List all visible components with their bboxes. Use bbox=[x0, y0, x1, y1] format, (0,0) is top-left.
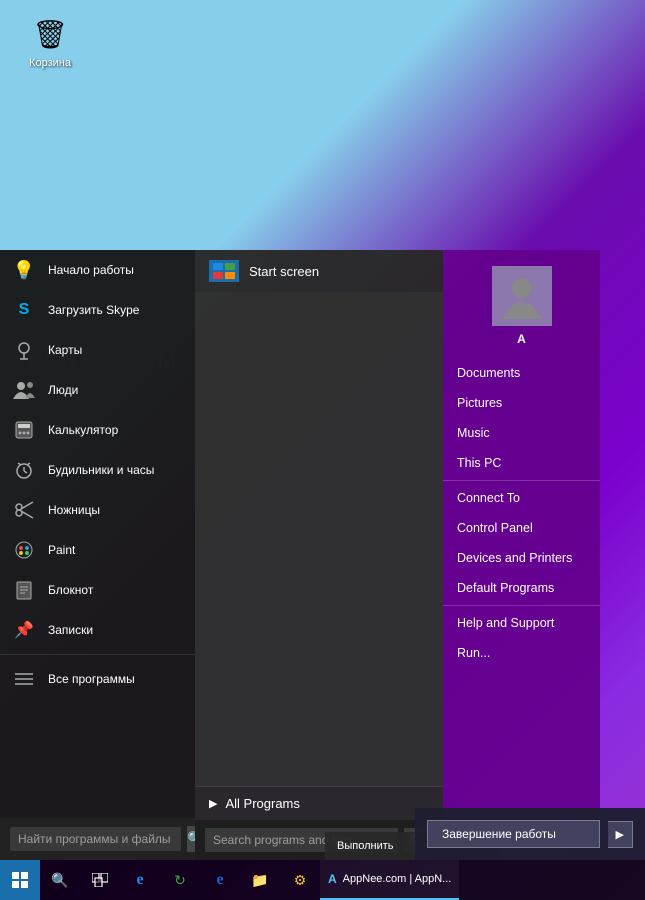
sidebar-item-calc[interactable]: Калькулятор bbox=[0, 410, 195, 450]
sidebar-item-alarms[interactable]: Будильники и часы bbox=[0, 450, 195, 490]
notepad-label: Блокнот bbox=[48, 583, 93, 597]
right-menu-controlpanel[interactable]: Control Panel bbox=[443, 513, 600, 543]
allprograms-icon bbox=[12, 667, 36, 691]
right-menu-pictures[interactable]: Pictures bbox=[443, 388, 600, 418]
sidebar-item-allprograms[interactable]: Все программы bbox=[0, 659, 195, 699]
right-menu-run[interactable]: Run... bbox=[443, 638, 600, 668]
shutdown-confirm-popup: Завершение работы ▶ bbox=[415, 808, 645, 860]
calc-icon bbox=[12, 418, 36, 442]
allprograms-label: Все программы bbox=[48, 672, 135, 686]
taskbar-refresh-button[interactable]: ↻ bbox=[160, 860, 200, 900]
all-programs-item[interactable]: ▶ All Programs bbox=[195, 786, 443, 820]
sidebar-item-maps[interactable]: Карты bbox=[0, 330, 195, 370]
taskbar-ie2-button[interactable]: e bbox=[200, 860, 240, 900]
taskbar-search-button[interactable]: 🔍 bbox=[40, 860, 80, 900]
start-menu-right-panel: A Documents Pictures Music This PC Conne… bbox=[443, 250, 600, 860]
maps-icon bbox=[12, 338, 36, 362]
start-screen-icon bbox=[209, 260, 239, 282]
sidebar-item-sticky[interactable]: 📌 Записки bbox=[0, 610, 195, 650]
all-programs-arrow: ▶ bbox=[209, 797, 217, 810]
recycle-bin-image: 🗑 bbox=[30, 14, 70, 54]
taskbar-folder-button[interactable]: 📁 bbox=[240, 860, 280, 900]
right-menu-documents[interactable]: Documents bbox=[443, 358, 600, 388]
right-menu-music[interactable]: Music bbox=[443, 418, 600, 448]
start-screen-label: Start screen bbox=[249, 264, 319, 279]
taskbar-ie-button[interactable]: e bbox=[120, 860, 160, 900]
right-divider-1 bbox=[443, 480, 600, 481]
shutdown-confirm-button[interactable]: Завершение работы bbox=[427, 820, 600, 848]
startup-icon: 💡 bbox=[12, 258, 36, 282]
sidebar-item-paint[interactable]: Paint bbox=[0, 530, 195, 570]
taskbar-appnee-button[interactable]: A AppNee.com | AppN... bbox=[320, 860, 459, 900]
recycle-bin-label: Корзина bbox=[29, 57, 71, 69]
taskbar-star-button[interactable]: ⚙ bbox=[280, 860, 320, 900]
people-label: Люди bbox=[48, 383, 78, 397]
sidebar-item-skype[interactable]: S Загрузить Skype bbox=[0, 290, 195, 330]
taskbar-taskview-button[interactable] bbox=[80, 860, 120, 900]
right-menu-helpsupp[interactable]: Help and Support bbox=[443, 608, 600, 638]
skype-icon: S bbox=[12, 298, 36, 322]
right-divider-2 bbox=[443, 605, 600, 606]
taskbar-appnee-label: AppNee.com | AppN... bbox=[343, 873, 452, 885]
sticky-label: Записки bbox=[48, 623, 93, 637]
notification-text: Выполнить bbox=[337, 840, 393, 852]
all-programs-label: All Programs bbox=[225, 796, 299, 811]
sidebar-item-notepad[interactable]: Блокнот bbox=[0, 570, 195, 610]
calc-label: Калькулятор bbox=[48, 423, 118, 437]
notepad-icon bbox=[12, 578, 36, 602]
start-screen-item[interactable]: Start screen bbox=[195, 250, 443, 292]
right-menu-devprinters[interactable]: Devices and Printers bbox=[443, 543, 600, 573]
tile-area bbox=[195, 292, 443, 786]
alarms-icon bbox=[12, 458, 36, 482]
startup-label: Начало работы bbox=[48, 263, 134, 277]
start-menu-middle-panel: Start screen ▶ All Programs 🔍 bbox=[195, 250, 443, 860]
sidebar-item-scissors[interactable]: Ножницы bbox=[0, 490, 195, 530]
skype-label: Загрузить Skype bbox=[48, 303, 139, 317]
scissors-label: Ножницы bbox=[48, 503, 100, 517]
user-name: A bbox=[517, 332, 526, 346]
right-menu-defaultprog[interactable]: Default Programs bbox=[443, 573, 600, 603]
people-icon bbox=[12, 378, 36, 402]
alarms-label: Будильники и часы bbox=[48, 463, 154, 477]
start-button[interactable] bbox=[0, 860, 40, 900]
user-avatar bbox=[492, 266, 552, 326]
scissors-icon bbox=[12, 498, 36, 522]
start-divider bbox=[0, 654, 195, 655]
shutdown-confirm-label: Завершение работы bbox=[442, 827, 556, 841]
shutdown-confirm-arrow-button[interactable]: ▶ bbox=[608, 821, 633, 848]
taskbar-appnee-icon: A bbox=[328, 872, 337, 886]
desktop: 🗑 Корзина APPNEE.COM 💡 Начало работы S З… bbox=[0, 0, 645, 900]
start-menu: 💡 Начало работы S Загрузить Skype Карты … bbox=[0, 250, 600, 860]
taskbar: 🔍 e ↻ e 📁 ⚙ A AppNee.com | AppN... bbox=[0, 860, 645, 900]
start-search-area: 🔍 bbox=[0, 818, 195, 860]
start-menu-left-panel: 💡 Начало работы S Загрузить Skype Карты … bbox=[0, 250, 195, 860]
paint-label: Paint bbox=[48, 543, 75, 557]
maps-label: Карты bbox=[48, 343, 82, 357]
user-profile[interactable]: A bbox=[443, 250, 600, 358]
recycle-bin-icon[interactable]: 🗑 Корзина bbox=[10, 10, 90, 73]
start-search-input[interactable] bbox=[10, 827, 181, 851]
paint-icon bbox=[12, 538, 36, 562]
right-menu-connectto[interactable]: Connect To bbox=[443, 483, 600, 513]
sticky-icon: 📌 bbox=[12, 618, 36, 642]
sidebar-item-startup[interactable]: 💡 Начало работы bbox=[0, 250, 195, 290]
right-menu-thispc[interactable]: This PC bbox=[443, 448, 600, 478]
sidebar-item-people[interactable]: Люди bbox=[0, 370, 195, 410]
